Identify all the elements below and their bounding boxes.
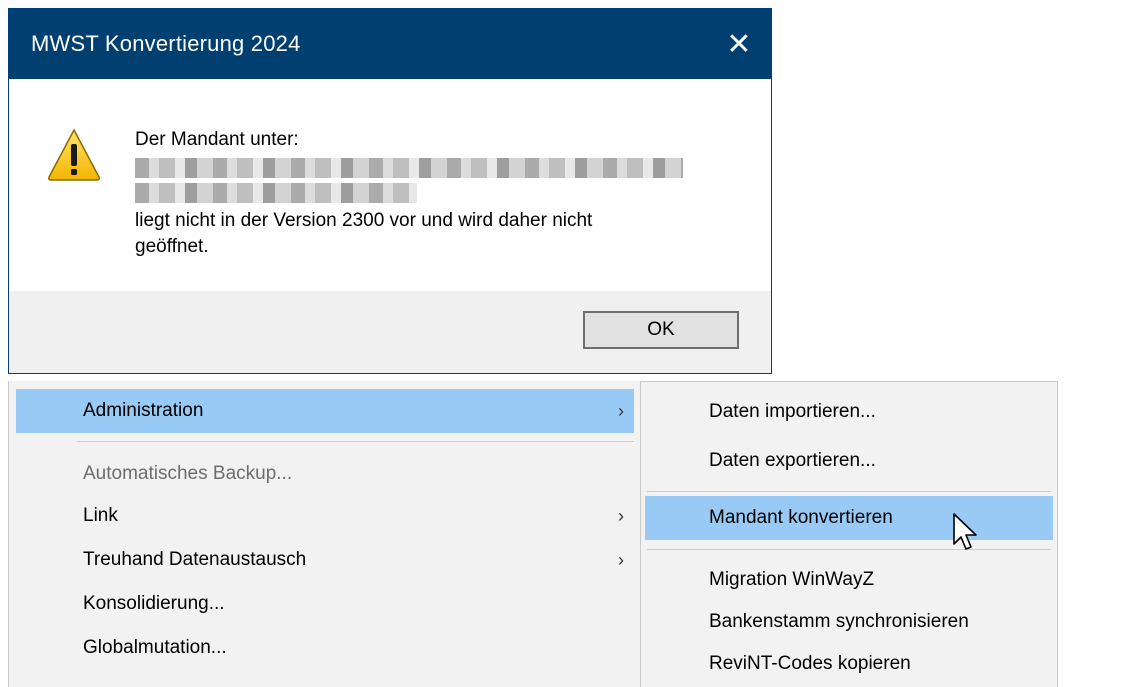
menu-item-label: Konsolidierung... (83, 593, 225, 614)
close-icon[interactable]: ✕ (707, 9, 771, 79)
message-line: liegt nicht in der Version 2300 vor und … (135, 210, 593, 231)
menu-item-globalmutation[interactable]: Globalmutation... (16, 626, 634, 670)
dialog-titlebar: MWST Konvertierung 2024 ✕ (9, 9, 771, 79)
menu-item-automatisches-backup[interactable]: Automatisches Backup... (16, 452, 634, 496)
menu-separator (77, 441, 634, 442)
submenu-item-label: Daten exportieren... (709, 450, 876, 471)
submenu-item-label: Mandant konvertieren (709, 507, 893, 528)
dialog-title: MWST Konvertierung 2024 (31, 31, 301, 56)
redacted-path (135, 158, 683, 178)
administration-submenu: Daten importieren... Daten exportieren..… (640, 381, 1058, 687)
ok-button[interactable]: OK (583, 311, 739, 349)
menu-item-label: Globalmutation... (83, 637, 227, 658)
submenu-item-daten-importieren[interactable]: Daten importieren... (645, 390, 1053, 434)
menu-item-administration[interactable]: Administration › (16, 389, 634, 433)
dialog-footer: OK (9, 291, 771, 373)
chevron-right-icon: › (618, 400, 624, 421)
submenu-item-bankenstamm-synchronisieren[interactable]: Bankenstamm synchronisieren (645, 600, 1053, 644)
submenu-item-mandant-konvertieren[interactable]: Mandant konvertieren (645, 496, 1053, 540)
submenu-item-label: Daten importieren... (709, 401, 876, 422)
submenu-item-migration-winwayz[interactable]: Migration WinWayZ (645, 558, 1053, 602)
message-dialog: MWST Konvertierung 2024 ✕ Der Mandant un… (8, 8, 772, 374)
submenu-item-label: Migration WinWayZ (709, 569, 875, 590)
mouse-pointer-icon (953, 513, 977, 550)
message-line: geöffnet. (135, 236, 209, 257)
menu-item-label: Automatisches Backup... (83, 463, 293, 484)
submenu-separator (647, 549, 1051, 550)
message-intro: Der Mandant unter: (135, 129, 299, 150)
chevron-right-icon: › (618, 549, 624, 570)
submenu-item-label: Bankenstamm synchronisieren (709, 611, 969, 632)
menu-item-label: Treuhand Datenaustausch (83, 549, 307, 570)
submenu-item-label: ReviNT-Codes kopieren (709, 653, 911, 674)
context-menu: Administration › Automatisches Backup...… (8, 381, 641, 687)
submenu-item-daten-exportieren[interactable]: Daten exportieren... (645, 439, 1053, 483)
menu-item-label: Link (83, 505, 118, 526)
menu-item-link[interactable]: Link › (16, 494, 634, 538)
submenu-item-revint-codes-kopieren[interactable]: ReviNT-Codes kopieren (645, 642, 1053, 686)
dialog-message: Der Mandant unter: liegt nicht in der Ve… (135, 127, 735, 260)
redacted-path (135, 183, 417, 203)
menu-item-konsolidierung[interactable]: Konsolidierung... (16, 582, 634, 626)
submenu-separator (647, 491, 1051, 492)
warning-icon (48, 128, 100, 181)
menu-item-label: Administration (83, 400, 204, 421)
menu-item-treuhand-datenaustausch[interactable]: Treuhand Datenaustausch › (16, 538, 634, 582)
chevron-right-icon: › (618, 505, 624, 526)
